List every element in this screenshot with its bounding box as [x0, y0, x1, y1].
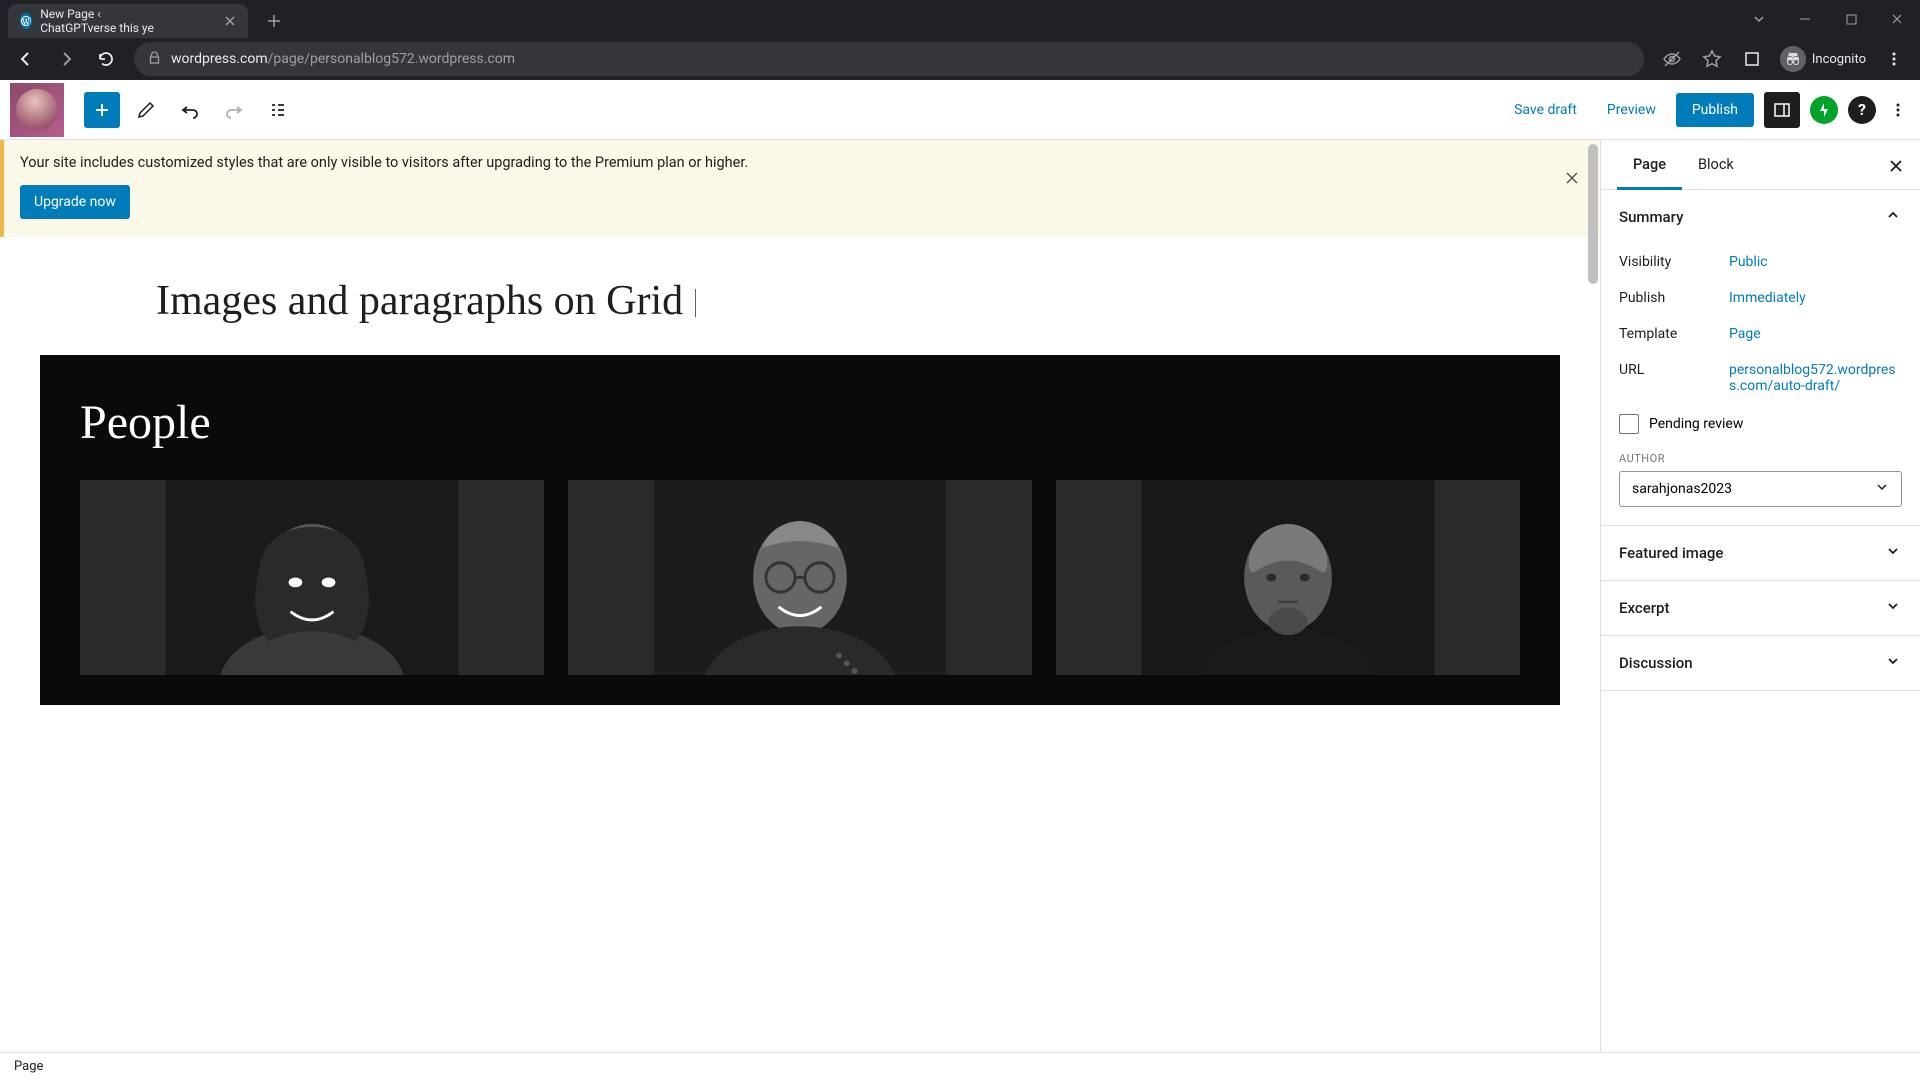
bookmark-star-icon[interactable] — [1694, 41, 1730, 77]
tab-close-icon[interactable] — [224, 13, 236, 29]
chevron-down-icon — [1884, 652, 1902, 674]
reload-button[interactable] — [88, 41, 124, 77]
visibility-row: Visibility Public — [1619, 244, 1902, 280]
extensions-icon[interactable] — [1734, 41, 1770, 77]
browser-chrome: New Page ‹ ChatGPTverse this ye wordpres… — [0, 0, 1920, 80]
minimize-icon[interactable] — [1782, 3, 1828, 35]
summary-section: Summary Visibility Public Publish Immedi… — [1601, 190, 1920, 526]
pending-review-row[interactable]: Pending review — [1619, 404, 1902, 444]
url-value[interactable]: personalblog572.wordpress.com/auto-draft… — [1729, 362, 1902, 394]
publish-value[interactable]: Immediately — [1729, 290, 1902, 306]
more-options-button[interactable] — [1886, 102, 1910, 118]
undo-button[interactable] — [172, 92, 208, 128]
grid-heading[interactable]: People — [80, 395, 1520, 450]
pending-review-checkbox[interactable] — [1619, 414, 1639, 434]
editor-canvas[interactable]: Your site includes customized styles tha… — [0, 140, 1600, 1052]
url-text: wordpress.com/page/personalblog572.wordp… — [171, 51, 515, 67]
content-wrapper: Your site includes customized styles tha… — [0, 140, 1920, 1052]
help-icon[interactable]: ? — [1848, 96, 1876, 124]
editor-toolbar: Save draft Preview Publish ? — [0, 80, 1920, 140]
person-image-2[interactable] — [568, 480, 1032, 675]
breadcrumb-text: Page — [14, 1059, 43, 1074]
url-field[interactable]: wordpress.com/page/personalblog572.wordp… — [134, 42, 1644, 76]
new-tab-button[interactable] — [260, 7, 288, 35]
url-label: URL — [1619, 362, 1729, 394]
template-value[interactable]: Page — [1729, 326, 1902, 342]
lock-icon — [148, 51, 161, 68]
back-button[interactable] — [8, 41, 44, 77]
sidebar-close-icon[interactable] — [1884, 154, 1908, 178]
grid-block[interactable]: People — [40, 355, 1560, 705]
incognito-label: Incognito — [1812, 52, 1866, 67]
editor-toolbar-right: Save draft Preview Publish ? — [1504, 92, 1910, 128]
pending-review-label: Pending review — [1649, 416, 1743, 432]
chevron-down-icon — [1884, 542, 1902, 564]
url-row: URL personalblog572.wordpress.com/auto-d… — [1619, 352, 1902, 404]
chevron-up-icon — [1884, 206, 1902, 228]
excerpt-section: Excerpt — [1601, 581, 1920, 636]
scrollbar-thumb[interactable] — [1588, 144, 1598, 284]
author-select[interactable]: sarahjonas2023 — [1619, 471, 1902, 507]
eye-blocked-icon[interactable] — [1654, 41, 1690, 77]
incognito-badge[interactable]: Incognito — [1774, 46, 1872, 72]
tab-title: New Page ‹ ChatGPTverse this ye — [40, 7, 176, 35]
page-title[interactable]: Images and paragraphs on Grid — [0, 237, 1600, 355]
save-draft-button[interactable]: Save draft — [1504, 94, 1587, 126]
author-value: sarahjonas2023 — [1632, 481, 1732, 497]
people-grid — [80, 480, 1520, 675]
tab-page[interactable]: Page — [1617, 140, 1682, 189]
notice-text: Your site includes customized styles tha… — [20, 154, 1550, 171]
text-cursor — [695, 289, 696, 317]
chevron-down-icon — [1884, 597, 1902, 619]
redo-button[interactable] — [216, 92, 252, 128]
visibility-label: Visibility — [1619, 254, 1729, 270]
discussion-section: Discussion — [1601, 636, 1920, 691]
featured-image-heading[interactable]: Featured image — [1601, 526, 1920, 580]
close-window-icon[interactable] — [1874, 3, 1920, 35]
publish-label: Publish — [1619, 290, 1729, 306]
person-image-1[interactable] — [80, 480, 544, 675]
featured-image-section: Featured image — [1601, 526, 1920, 581]
upgrade-notice: Your site includes customized styles tha… — [0, 140, 1600, 237]
incognito-icon — [1780, 46, 1806, 72]
tab-strip: New Page ‹ ChatGPTverse this ye — [0, 0, 1920, 38]
window-controls — [1736, 0, 1920, 38]
chrome-menu-icon[interactable] — [1876, 41, 1912, 77]
wordpress-favicon-icon — [20, 13, 32, 29]
jetpack-icon[interactable] — [1810, 96, 1838, 124]
template-row: Template Page — [1619, 316, 1902, 352]
settings-sidebar-toggle[interactable] — [1764, 92, 1800, 128]
summary-body: Visibility Public Publish Immediately Te… — [1601, 244, 1920, 525]
upgrade-now-button[interactable]: Upgrade now — [20, 185, 130, 219]
preview-button[interactable]: Preview — [1597, 94, 1666, 126]
add-block-button[interactable] — [84, 92, 120, 128]
publish-button[interactable]: Publish — [1676, 93, 1754, 127]
canvas-scrollbar[interactable] — [1586, 140, 1600, 1052]
chrome-actions: Incognito — [1654, 41, 1912, 77]
edit-tool-button[interactable] — [128, 92, 164, 128]
footer-breadcrumb[interactable]: Page — [0, 1052, 1920, 1080]
address-bar: wordpress.com/page/personalblog572.wordp… — [0, 38, 1920, 80]
document-overview-button[interactable] — [260, 92, 296, 128]
template-label: Template — [1619, 326, 1729, 342]
tab-block[interactable]: Block — [1682, 140, 1750, 189]
forward-button[interactable] — [48, 41, 84, 77]
excerpt-heading[interactable]: Excerpt — [1601, 581, 1920, 635]
browser-tab[interactable]: New Page ‹ ChatGPTverse this ye — [8, 4, 248, 38]
person-image-3[interactable] — [1056, 480, 1520, 675]
settings-sidebar: Page Block Summary Visibility Public Pub… — [1600, 140, 1920, 1052]
sidebar-tabs: Page Block — [1601, 140, 1920, 190]
maximize-icon[interactable] — [1828, 3, 1874, 35]
summary-heading[interactable]: Summary — [1601, 190, 1920, 244]
notice-close-icon[interactable] — [1558, 164, 1586, 192]
site-avatar[interactable] — [10, 83, 64, 137]
tab-search-icon[interactable] — [1736, 3, 1782, 35]
author-label: AUTHOR — [1619, 444, 1902, 471]
visibility-value[interactable]: Public — [1729, 254, 1902, 270]
chevron-down-icon — [1875, 480, 1889, 498]
publish-row: Publish Immediately — [1619, 280, 1902, 316]
discussion-heading[interactable]: Discussion — [1601, 636, 1920, 690]
